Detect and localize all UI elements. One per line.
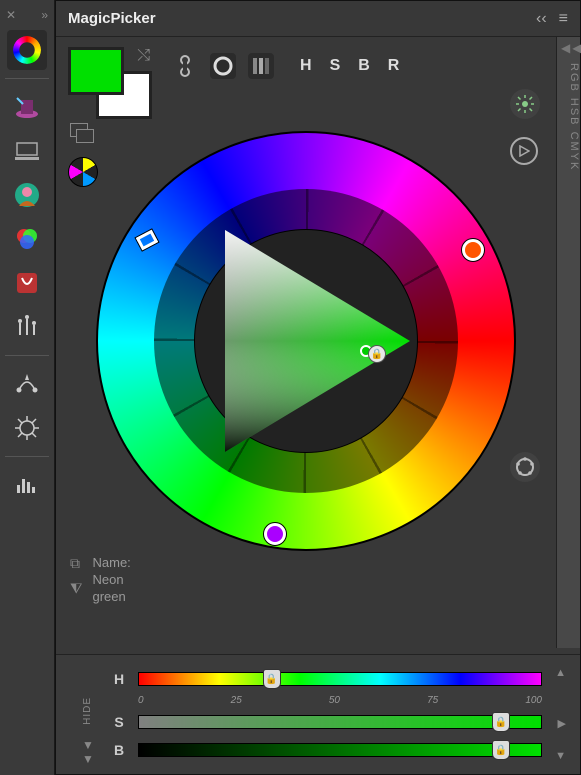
- lock-icon: 🔒: [368, 345, 386, 363]
- portrait-icon: [14, 182, 40, 208]
- app-root: ✕ »: [0, 0, 581, 775]
- divider: [5, 78, 48, 79]
- tool-portrait[interactable]: [7, 175, 47, 215]
- bri-thumb[interactable]: 🔒: [492, 740, 510, 760]
- color-name-block: ⧉ ⧨ Name: Neon green: [70, 555, 544, 606]
- slider-scale: 0 25 50 75 100: [138, 695, 542, 706]
- color-name-label: Name:: [93, 555, 131, 572]
- scale-50: 50: [329, 695, 340, 706]
- harmony-icon: [514, 456, 536, 478]
- tool-device[interactable]: [7, 131, 47, 171]
- hue-slider-row: H 🔒: [112, 665, 542, 693]
- hide-arrows-icon[interactable]: ▼▼: [82, 738, 94, 766]
- fg-swatch[interactable]: [68, 47, 124, 95]
- h-up-icon[interactable]: ▲: [555, 667, 566, 679]
- panel-body: ⤭: [56, 37, 580, 648]
- sidebar-label: RGB HSB CMYK: [568, 63, 580, 171]
- color-ring-icon: [13, 36, 41, 64]
- brushes-icon: [15, 315, 39, 339]
- hsb-sliders: HIDE ▼▼ ▲ H 🔒 0 25 50 75 100 ▶ S 🔒: [56, 654, 580, 774]
- tool-helm[interactable]: [7, 408, 47, 448]
- brightness-button[interactable]: [510, 89, 540, 119]
- scale-100: 100: [525, 695, 542, 706]
- pen-icon: [15, 372, 39, 396]
- hue-label: H: [112, 671, 126, 687]
- color-swatches[interactable]: ⤭: [68, 47, 152, 119]
- divider: [5, 456, 48, 457]
- copy-icon[interactable]: ⧉: [70, 555, 83, 572]
- sun-icon: [515, 94, 535, 114]
- scale-75: 75: [427, 695, 438, 706]
- bars-icon: [15, 475, 39, 495]
- rgb-circles-icon: [14, 226, 40, 252]
- tool-brushes[interactable]: [7, 307, 47, 347]
- tool-script[interactable]: [7, 263, 47, 303]
- lock-indicator[interactable]: 🔒: [360, 339, 386, 363]
- harmony-marker-1[interactable]: [462, 239, 484, 261]
- panel-title: MagicPicker: [68, 10, 536, 27]
- stripes-mode-icon[interactable]: [248, 53, 274, 79]
- color-name-line1: Neon: [93, 572, 131, 589]
- mode-r[interactable]: R: [388, 57, 400, 75]
- divider: [5, 355, 48, 356]
- scale-25: 25: [231, 695, 242, 706]
- top-controls: ⤭: [68, 47, 544, 119]
- tool-magicpicker[interactable]: [7, 30, 47, 70]
- play-icon: [518, 145, 530, 157]
- sidebar-collapse-icon[interactable]: ◀◀: [561, 41, 581, 55]
- mode-b[interactable]: B: [358, 57, 370, 75]
- model-sidebar[interactable]: ◀◀ RGB HSB CMYK: [556, 37, 580, 648]
- bri-slider-row: B 🔒: [112, 736, 542, 764]
- hue-thumb[interactable]: 🔒: [263, 669, 281, 689]
- hue-slider[interactable]: 🔒: [138, 672, 542, 686]
- tool-histogram[interactable]: [7, 465, 47, 505]
- sat-slider-row: S 🔒: [112, 708, 542, 736]
- color-wheel[interactable]: 🔒: [96, 131, 516, 551]
- bri-slider[interactable]: 🔒: [138, 743, 542, 757]
- bri-label: B: [112, 742, 126, 758]
- tool-pen[interactable]: [7, 364, 47, 404]
- magicpicker-panel: MagicPicker ‹‹ ≡ ⤭: [55, 0, 581, 775]
- device-icon: [15, 141, 39, 161]
- collapse-icon[interactable]: ‹‹: [536, 10, 547, 28]
- tool-channels[interactable]: [7, 219, 47, 259]
- script-icon: [14, 270, 40, 296]
- helm-icon: [14, 415, 40, 441]
- b-down-icon[interactable]: ▼: [555, 750, 566, 762]
- swap-colors-icon[interactable]: ⤭: [137, 47, 150, 65]
- harmony-button[interactable]: [510, 452, 540, 482]
- link-icon[interactable]: [172, 53, 198, 79]
- tool-magic[interactable]: [7, 87, 47, 127]
- mode-h[interactable]: H: [300, 57, 312, 75]
- tool-strip-top: ✕ »: [0, 6, 54, 26]
- color-name-line2: green: [93, 589, 131, 606]
- toolbar-icons: H S B R: [172, 53, 399, 79]
- close-icon[interactable]: ✕: [6, 8, 16, 22]
- s-right-icon[interactable]: ▶: [558, 717, 566, 730]
- hat-icon: [14, 94, 40, 120]
- harmony-marker-2[interactable]: [264, 523, 286, 545]
- ring-mode-icon[interactable]: [210, 53, 236, 79]
- mode-s[interactable]: S: [330, 57, 341, 75]
- scale-0: 0: [138, 695, 144, 706]
- sat-thumb[interactable]: 🔒: [492, 712, 510, 732]
- default-colors-icon[interactable]: [70, 123, 88, 137]
- sat-slider[interactable]: 🔒: [138, 715, 542, 729]
- expand-icon[interactable]: »: [41, 8, 48, 22]
- menu-icon[interactable]: ≡: [559, 10, 568, 28]
- titlebar: MagicPicker ‹‹ ≡: [56, 1, 580, 37]
- collapse-down-icon[interactable]: ⧨: [70, 580, 83, 597]
- hide-label[interactable]: HIDE: [82, 697, 93, 725]
- color-mode-letters: H S B R: [300, 57, 399, 75]
- harmony-preset-icon[interactable]: [68, 157, 98, 187]
- sat-label: S: [112, 714, 126, 730]
- tool-strip: ✕ »: [0, 0, 55, 775]
- main-column: ⤭: [56, 37, 556, 648]
